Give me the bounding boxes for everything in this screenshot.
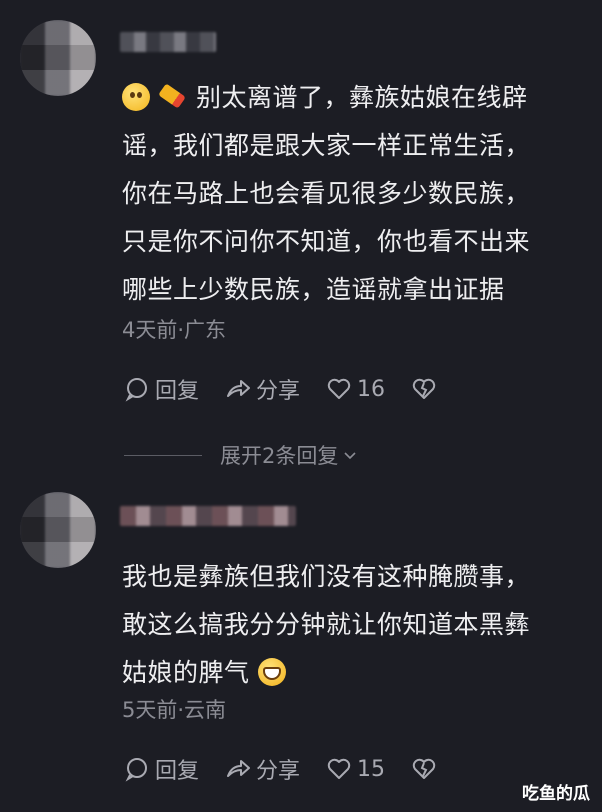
comment-text: 我也是彝族但我们没有这种腌臜事， 敢这么搞我分分钟就让你知道本黑彝 姑娘的脾气 (122, 562, 531, 687)
username-redacted[interactable] (120, 506, 296, 526)
reply-bubble-icon (125, 378, 147, 402)
username-redacted[interactable] (120, 32, 216, 52)
reply-bubble-icon (125, 758, 147, 782)
expand-replies-button[interactable]: 展开2条回复 (124, 440, 358, 470)
broken-heart-icon (412, 758, 436, 779)
comment-text: 别太离谱了，彝族姑娘在线辟 谣，我们都是跟大家一样正常生活， 你在马路上也会看见… (122, 83, 531, 304)
dislike-button[interactable] (411, 376, 442, 402)
share-arrow-icon (227, 760, 251, 777)
smiling-face-emoji (122, 83, 150, 111)
share-button[interactable]: 分享 (225, 753, 300, 785)
chevron-down-icon (344, 452, 356, 460)
avatar[interactable] (20, 20, 96, 96)
grinning-face-emoji (257, 658, 286, 686)
broken-heart-icon (412, 378, 436, 399)
reply-button[interactable]: 回复 (124, 373, 199, 405)
dislike-button[interactable] (411, 756, 442, 782)
heart-icon (327, 758, 351, 779)
avatar[interactable] (20, 492, 96, 568)
like-count: 15 (357, 756, 386, 782)
like-button[interactable]: 15 (326, 756, 385, 782)
divider-line (124, 454, 202, 456)
comment-actions: 回复 分享 16 (124, 374, 468, 404)
like-count: 16 (357, 376, 386, 402)
heart-icon (327, 378, 351, 399)
share-button[interactable]: 分享 (225, 373, 300, 405)
comment-meta: 4天前·广东 (122, 318, 227, 342)
comment-meta: 5天前·云南 (122, 698, 227, 722)
reply-button[interactable]: 回复 (124, 753, 199, 785)
like-button[interactable]: 16 (326, 376, 385, 402)
label-tag-emoji (158, 83, 188, 111)
comment-actions: 回复 分享 15 (124, 754, 468, 784)
share-arrow-icon (227, 380, 251, 397)
watermark: 吃鱼的瓜 (522, 784, 590, 804)
